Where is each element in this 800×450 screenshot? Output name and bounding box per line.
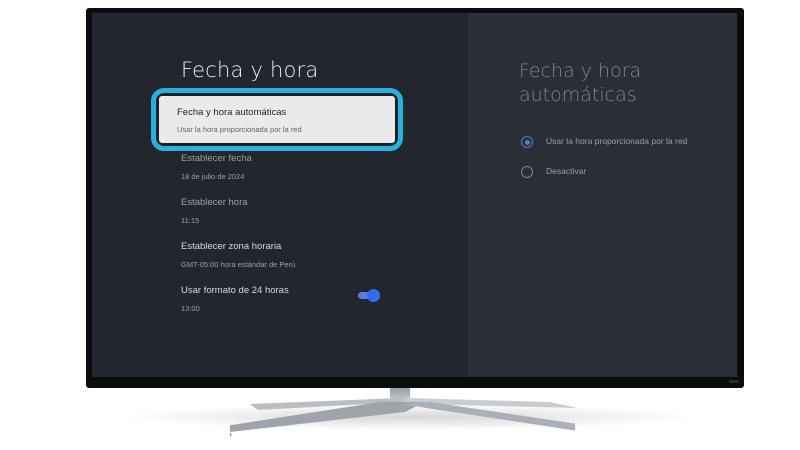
- settings-item-set-time[interactable]: Establecer hora 11:15: [181, 197, 381, 225]
- settings-item-title: Establecer fecha: [181, 153, 252, 164]
- 24-hour-format-toggle[interactable]: [358, 289, 380, 302]
- option-label: Usar la hora proporcionada por la red: [546, 136, 688, 146]
- tv-stand: [230, 398, 575, 436]
- toggle-knob: [367, 289, 380, 302]
- settings-item-set-date[interactable]: Establecer fecha 18 de julio de 2024: [181, 153, 381, 181]
- settings-item-title: Usar formato de 24 horas: [181, 285, 289, 296]
- tv-power-indicator: [729, 380, 739, 383]
- page-title: Fecha y hora: [181, 58, 319, 82]
- settings-item-set-time-zone[interactable]: Establecer zona horaria GMT-05:00 hora e…: [181, 241, 381, 269]
- settings-item-title: Fecha y hora automáticas: [177, 107, 287, 118]
- settings-item-subtitle: Usar la hora proporcionada por la red: [177, 125, 302, 134]
- settings-item-automatic-date-time[interactable]: Fecha y hora automáticas Usar la hora pr…: [157, 94, 397, 145]
- settings-item-title: Establecer zona horaria: [181, 241, 282, 252]
- settings-item-subtitle: 13:00: [181, 304, 200, 313]
- settings-item-subtitle: GMT-05:00 hora estándar de Perú: [181, 260, 296, 269]
- settings-list-panel: Fecha y hora Fecha y hora automáticas Us…: [92, 13, 468, 377]
- detail-title: Fecha y hora automáticas: [519, 60, 642, 106]
- radio-unselected-icon[interactable]: [521, 166, 533, 178]
- settings-item-subtitle: 11:15: [181, 216, 200, 225]
- settings-item-24-hour-format[interactable]: Usar formato de 24 horas 13:00: [181, 285, 381, 313]
- radio-selected-icon[interactable]: [521, 136, 533, 148]
- option-label: Desactivar: [546, 166, 587, 176]
- detail-panel: Fecha y hora automáticas Usar la hora pr…: [468, 13, 737, 377]
- settings-item-subtitle: 18 de julio de 2024: [181, 172, 245, 181]
- settings-item-title: Establecer hora: [181, 197, 248, 208]
- tv-screen: Fecha y hora Fecha y hora automáticas Us…: [92, 13, 737, 377]
